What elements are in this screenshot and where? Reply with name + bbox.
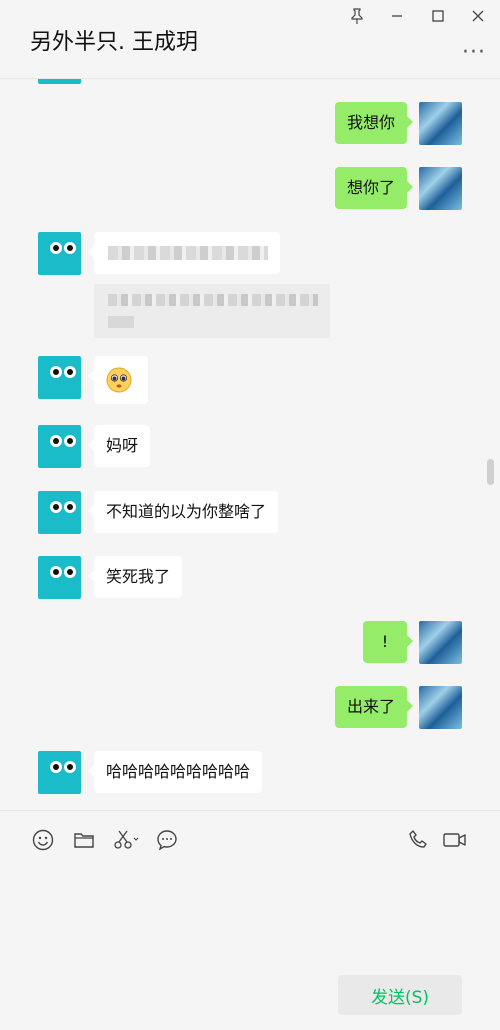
- send-button[interactable]: 发送(S): [338, 975, 462, 1015]
- scissors-icon[interactable]: [113, 829, 141, 851]
- avatar[interactable]: [38, 425, 81, 468]
- message-bubble-other[interactable]: 笑死我了: [87, 556, 183, 598]
- message-input[interactable]: [0, 866, 500, 976]
- avatar[interactable]: [38, 232, 81, 275]
- avatar[interactable]: [419, 102, 462, 145]
- maximize-icon[interactable]: [428, 6, 448, 26]
- avatar[interactable]: [419, 686, 462, 729]
- blurred-quote: [94, 284, 330, 338]
- chat-message-list[interactable]: 我想你 想你了 妈呀 不知道的以为你整啥了 笑死我了 ! 出来了 哈哈哈哈哈哈哈…: [0, 79, 500, 808]
- avatar[interactable]: [38, 751, 81, 794]
- message-bubble-self[interactable]: 出来了: [334, 686, 414, 728]
- more-options-icon[interactable]: ···: [462, 40, 486, 65]
- message-bubble-other[interactable]: 哈哈哈哈哈哈哈哈哈: [87, 751, 263, 793]
- pin-icon[interactable]: [347, 6, 367, 26]
- avatar[interactable]: [38, 556, 81, 599]
- message-bubble-self[interactable]: !: [363, 621, 413, 663]
- minimize-icon[interactable]: [387, 6, 407, 26]
- avatar[interactable]: [38, 356, 81, 399]
- avatar[interactable]: [38, 79, 81, 84]
- message-bubble-self[interactable]: 我想你: [334, 102, 414, 144]
- message-bubble-other[interactable]: 妈呀: [87, 425, 151, 467]
- input-toolbar: [0, 810, 500, 867]
- title-bar: 另外半只. 王成玥 ···: [0, 0, 500, 79]
- close-icon[interactable]: [468, 6, 488, 26]
- avatar[interactable]: [419, 167, 462, 210]
- message-bubble-other[interactable]: [88, 356, 148, 404]
- chat-title: 另外半只. 王成玥: [30, 30, 198, 55]
- blurred-text: [108, 246, 268, 260]
- message-bubble-self[interactable]: 想你了: [334, 167, 414, 209]
- chat-history-icon[interactable]: [156, 829, 178, 851]
- message-bubble-other[interactable]: [88, 232, 280, 274]
- emoji-icon[interactable]: [32, 829, 54, 851]
- pleading-face-icon: [106, 367, 132, 393]
- folder-icon[interactable]: [73, 829, 95, 851]
- avatar[interactable]: [419, 621, 462, 664]
- phone-icon[interactable]: [408, 829, 430, 851]
- message-bubble-other[interactable]: 不知道的以为你整啥了: [87, 491, 279, 533]
- video-call-icon[interactable]: [442, 829, 468, 851]
- scrollbar-thumb[interactable]: [487, 459, 494, 485]
- avatar[interactable]: [38, 491, 81, 534]
